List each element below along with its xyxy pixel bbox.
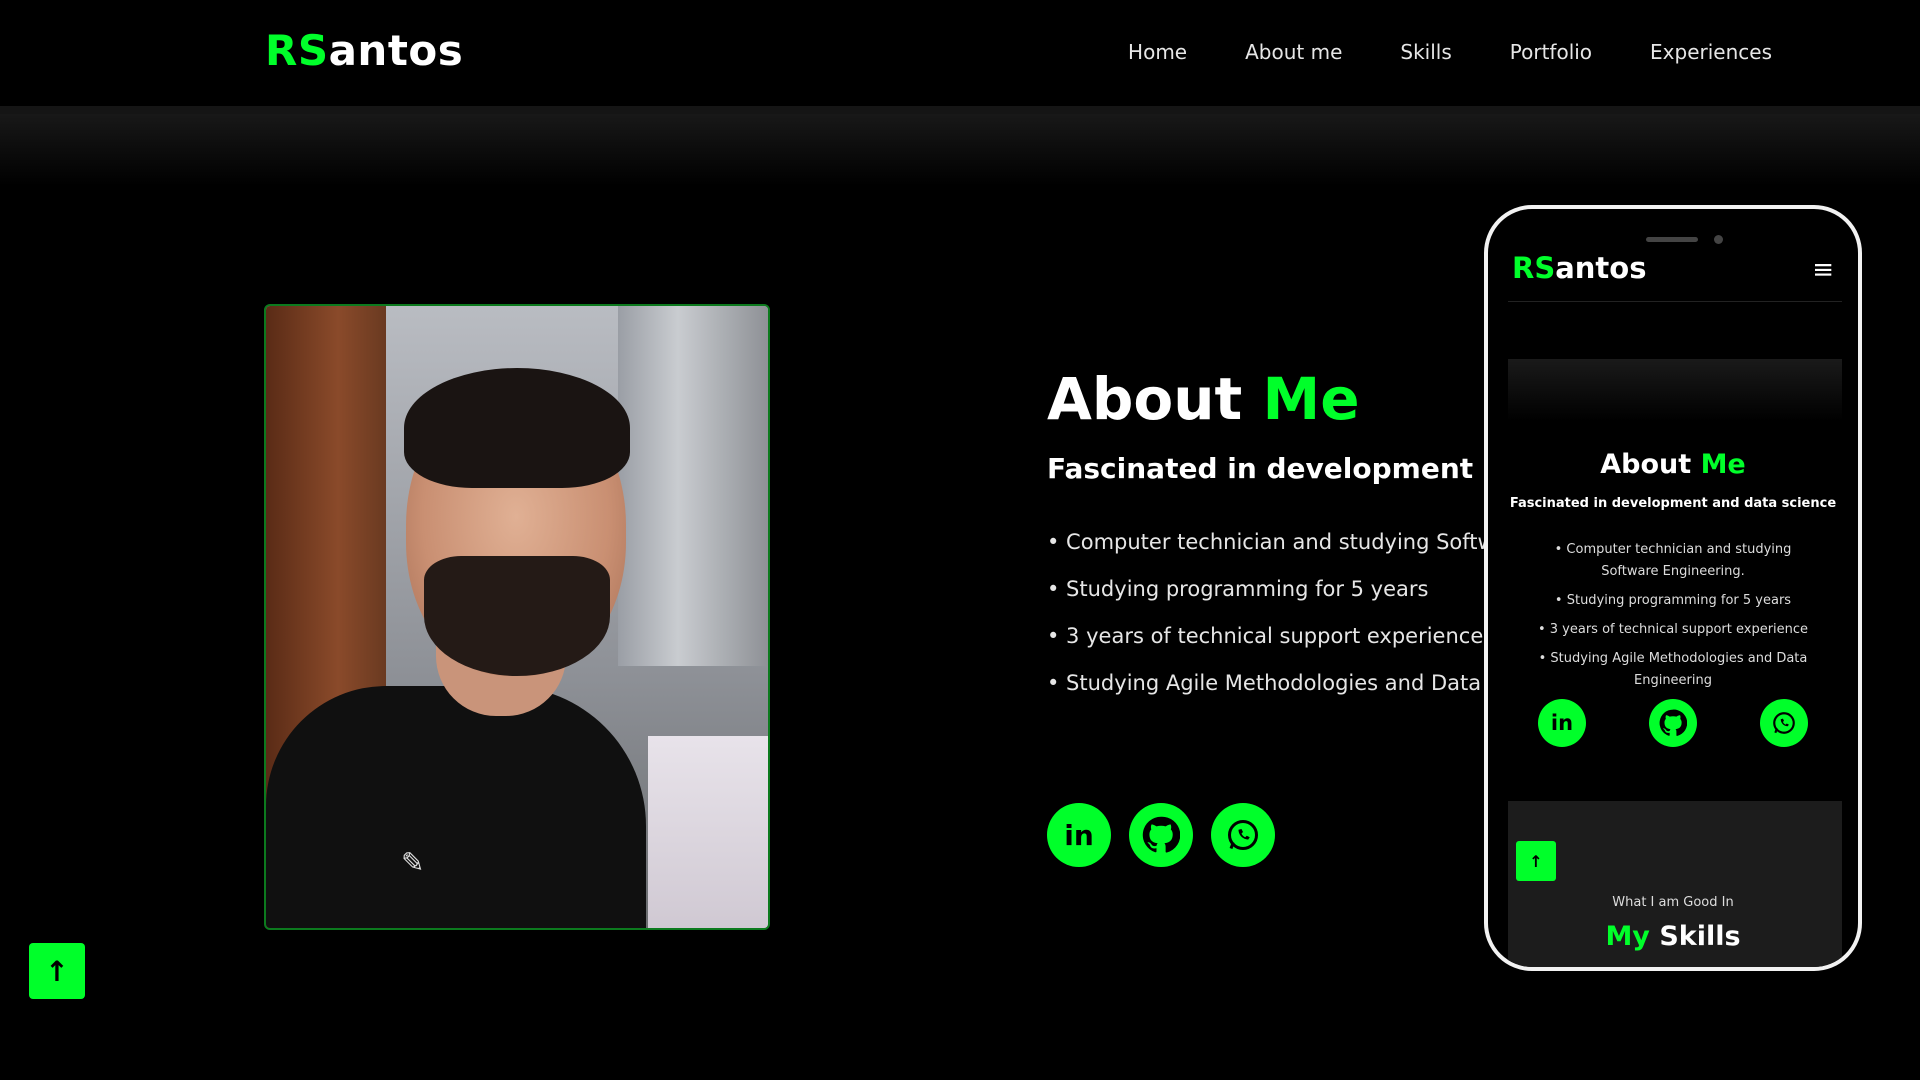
hero-gradient-band xyxy=(0,114,1920,186)
nav-portfolio[interactable]: Portfolio xyxy=(1510,40,1592,64)
about-bullet-list: • Computer technician and studying Softw… xyxy=(1047,530,1501,718)
nav-experiences[interactable]: Experiences xyxy=(1650,40,1772,64)
github-icon[interactable] xyxy=(1129,803,1193,867)
whatsapp-icon[interactable] xyxy=(1760,699,1808,747)
photo-hair xyxy=(404,368,630,488)
phone-whatsapp-glyph xyxy=(1773,712,1795,734)
about-bullet: • Studying Agile Methodologies and Data … xyxy=(1047,671,1502,695)
photo-curtain xyxy=(618,306,768,666)
nav-about-me[interactable]: About me xyxy=(1245,40,1342,64)
main-nav: Home About me Skills Portfolio Experienc… xyxy=(1128,40,1772,64)
photo-bed xyxy=(648,736,768,928)
about-bullet: • Computer technician and studying Softw xyxy=(1047,530,1495,554)
phone-scroll-to-top-button[interactable]: ↑ xyxy=(1516,841,1556,881)
phone-bullet: • Studying programming for 5 years xyxy=(1554,593,1792,608)
github-icon[interactable] xyxy=(1649,699,1697,747)
photo-beard xyxy=(424,556,610,676)
linkedin-icon[interactable]: in xyxy=(1538,699,1586,747)
phone-about-subtitle: Fascinated in development and data scien… xyxy=(1509,496,1837,511)
photo-shirt-logo: ✎ xyxy=(401,846,425,879)
whatsapp-glyph xyxy=(1228,820,1258,850)
scroll-to-top-button[interactable]: ↑ xyxy=(29,943,85,999)
phone-logo-text: antos xyxy=(1555,251,1647,285)
phone-bullet-list: • Computer technician and studying Softw… xyxy=(1528,539,1818,699)
phone-header-divider xyxy=(1508,301,1842,302)
header-divider xyxy=(0,106,1920,114)
phone-skills-title: My Skills xyxy=(1488,921,1858,952)
phone-bullet: • Computer technician and studying Softw… xyxy=(1554,542,1792,579)
github-glyph xyxy=(1142,816,1180,853)
about-bullet: • 3 years of technical support experienc… xyxy=(1047,624,1484,648)
phone-about-title-word: About xyxy=(1600,449,1692,480)
phone-logo[interactable]: RSantos xyxy=(1512,251,1646,285)
phone-about-title-accent: Me xyxy=(1700,449,1746,480)
phone-bullet: • Studying Agile Methodologies and Data … xyxy=(1538,651,1808,688)
phone-gradient-band xyxy=(1508,359,1842,421)
phone-social-links: in xyxy=(1538,699,1808,747)
about-title: About Me xyxy=(1047,365,1360,433)
arrow-up-icon: ↑ xyxy=(45,954,69,988)
logo-accent-text: RS xyxy=(265,26,329,75)
photo-shirt xyxy=(266,686,646,928)
phone-skills-title-accent: My xyxy=(1605,921,1650,952)
phone-logo-accent: RS xyxy=(1512,251,1556,285)
phone-bullet: • 3 years of technical support experienc… xyxy=(1537,622,1809,637)
nav-skills[interactable]: Skills xyxy=(1400,40,1451,64)
phone-github-glyph xyxy=(1659,709,1687,736)
phone-speaker xyxy=(1646,237,1698,242)
social-links: in xyxy=(1047,803,1275,867)
phone-camera xyxy=(1714,235,1723,244)
phone-about-title: About Me xyxy=(1488,449,1858,480)
site-header: RSantos Home About me Skills Portfolio E… xyxy=(0,0,1920,108)
profile-photo: ✎ xyxy=(264,304,770,930)
about-bullet: • Studying programming for 5 years xyxy=(1047,577,1429,601)
whatsapp-icon[interactable] xyxy=(1211,803,1275,867)
linkedin-icon[interactable]: in xyxy=(1047,803,1111,867)
nav-home[interactable]: Home xyxy=(1128,40,1187,64)
site-logo[interactable]: RSantos xyxy=(265,26,463,75)
about-subtitle: Fascinated in development an xyxy=(1047,452,1522,485)
about-title-accent: Me xyxy=(1262,365,1360,433)
logo-text: antos xyxy=(328,26,464,75)
arrow-up-icon: ↑ xyxy=(1529,851,1543,871)
phone-skills-title-word: Skills xyxy=(1659,921,1741,952)
hamburger-menu-icon[interactable]: ≡ xyxy=(1812,255,1834,285)
about-title-word: About xyxy=(1047,365,1243,433)
phone-mockup: RSantos ≡ About Me Fascinated in develop… xyxy=(1484,205,1862,971)
phone-skills-subtitle: What I am Good In xyxy=(1612,895,1734,910)
